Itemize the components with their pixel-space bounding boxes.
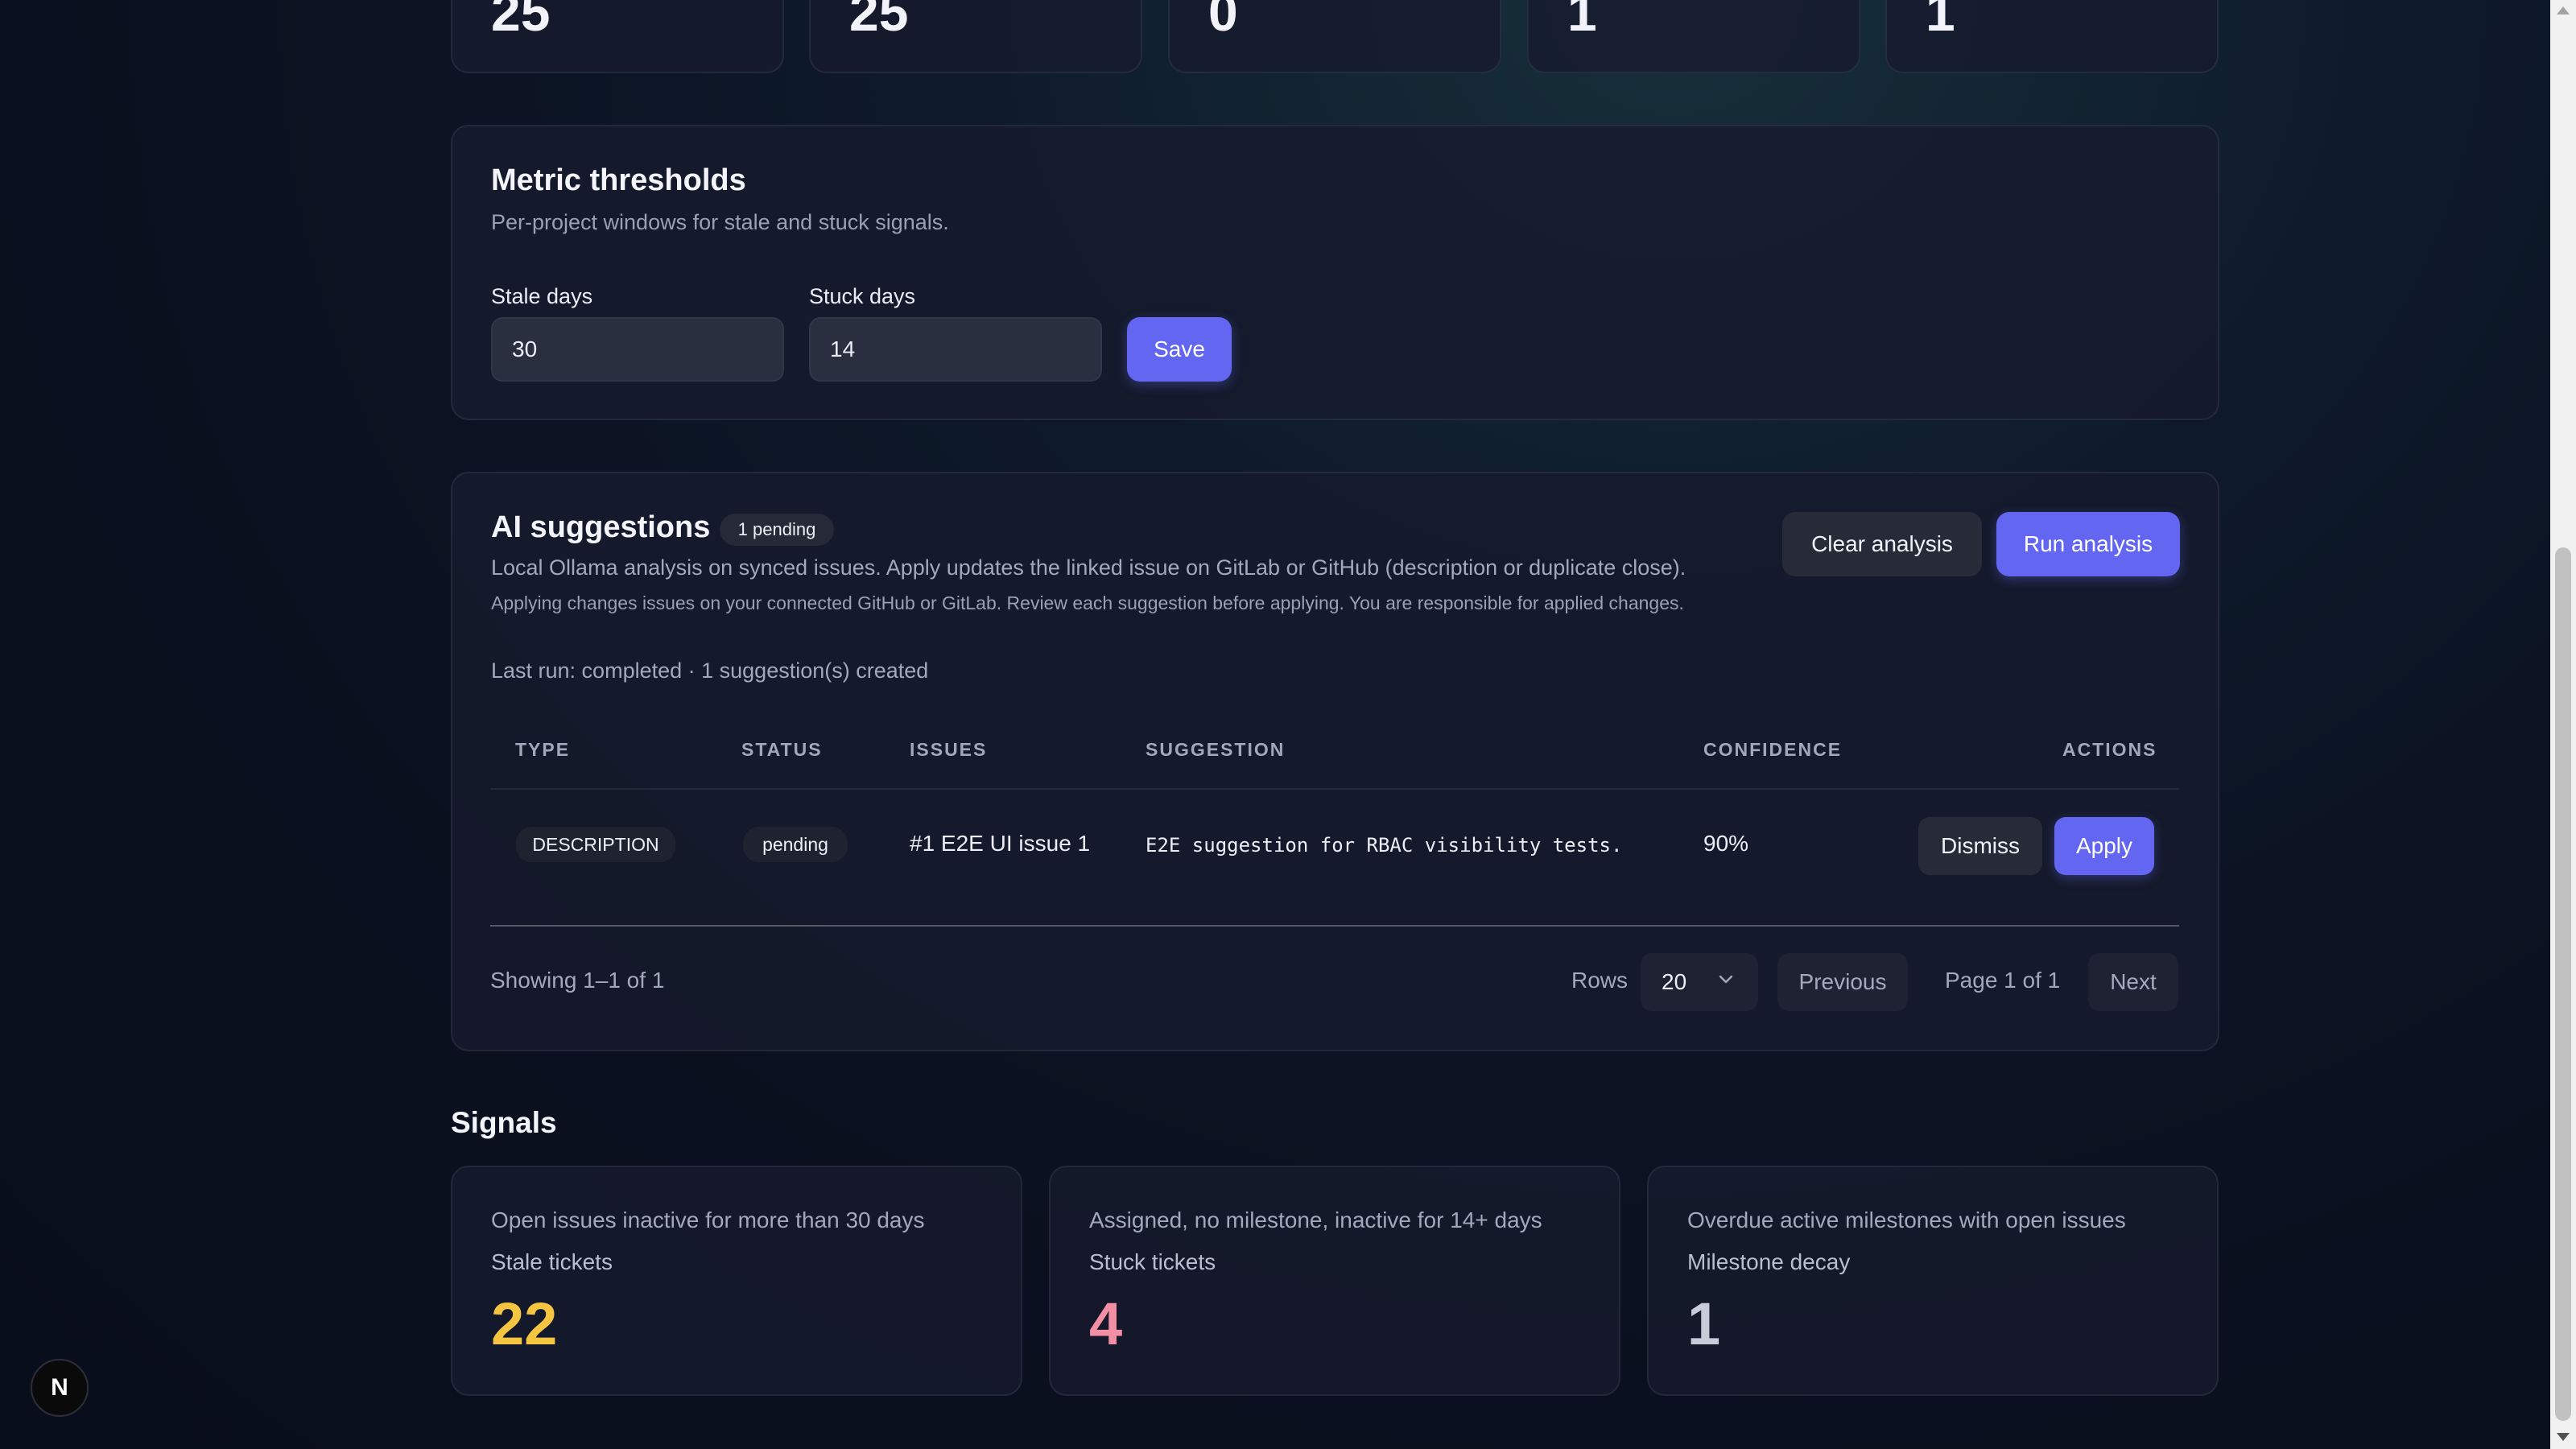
stale-days-input[interactable]: 30 (491, 317, 784, 382)
stat-value: 0 (1208, 0, 1238, 42)
stat-value: 25 (491, 0, 551, 42)
dev-tools-badge[interactable]: N (31, 1359, 89, 1417)
stat-value: 1 (1567, 0, 1597, 42)
stat-card: 25 (451, 0, 784, 73)
thresholds-subtitle: Per-project windows for stale and stuck … (491, 210, 949, 234)
column-header-status: STATUS (741, 739, 823, 760)
previous-page-button[interactable]: Previous (1777, 953, 1908, 1011)
suggestion-text: E2E suggestion for RBAC visibility tests… (1146, 834, 1623, 857)
scrollbar-thumb[interactable] (2555, 547, 2571, 1421)
page: 25 25 0 1 1 Metric thresholds Per-projec… (0, 0, 2550, 1449)
signal-value: 22 (491, 1290, 558, 1357)
signal-value: 1 (1687, 1290, 1721, 1357)
scroll-down-icon[interactable] (2557, 1433, 2570, 1441)
column-header-confidence: CONFIDENCE (1703, 739, 1843, 760)
column-header-type: TYPE (515, 739, 571, 760)
page-indicator: Page 1 of 1 (1945, 968, 2061, 993)
next-page-button[interactable]: Next (2088, 953, 2178, 1011)
signal-title: Milestone decay (1687, 1249, 1851, 1274)
rows-per-page-value: 20 (1662, 969, 1687, 994)
ai-suggestions-title: AI suggestions (491, 510, 711, 544)
metric-thresholds-card: Metric thresholds Per-project windows fo… (451, 125, 2219, 420)
ai-suggestions-card: AI suggestions 1 pending Local Ollama an… (451, 472, 2219, 1051)
table-footer-divider (490, 925, 2179, 927)
column-header-suggestion: SUGGESTION (1146, 739, 1286, 760)
rows-per-page-select[interactable]: 20 (1641, 953, 1758, 1011)
scrollbar[interactable] (2550, 0, 2576, 1449)
signal-value: 4 (1089, 1290, 1123, 1357)
ai-description: Local Ollama analysis on synced issues. … (491, 555, 1686, 580)
status-badge: pending (743, 827, 848, 862)
pending-badge: 1 pending (720, 514, 834, 546)
thresholds-title: Metric thresholds (491, 163, 746, 197)
chevron-down-icon (1718, 974, 1734, 989)
column-header-issues: ISSUES (910, 739, 988, 760)
save-button[interactable]: Save (1127, 317, 1232, 382)
showing-count: Showing 1–1 of 1 (490, 968, 665, 993)
stat-card: 0 (1168, 0, 1501, 73)
signal-title: Stale tickets (491, 1249, 613, 1274)
stat-card: 1 (1527, 0, 1860, 73)
stuck-days-input[interactable]: 14 (809, 317, 1102, 382)
stat-card: 25 (809, 0, 1142, 73)
ai-warning: Applying changes issues on your connecte… (491, 592, 1684, 613)
signal-description: Open issues inactive for more than 30 da… (491, 1208, 925, 1232)
signal-card-milestone-decay: Overdue active milestones with open issu… (1647, 1166, 2219, 1396)
signal-card-stale: Open issues inactive for more than 30 da… (451, 1166, 1022, 1396)
dismiss-button[interactable]: Dismiss (1918, 817, 2042, 875)
stale-days-label: Stale days (491, 284, 593, 308)
column-header-actions: ACTIONS (2062, 739, 2157, 760)
signal-title: Stuck tickets (1089, 1249, 1216, 1274)
confidence-value: 90% (1703, 831, 1749, 856)
last-run-status: Last run: completed · 1 suggestion(s) cr… (491, 658, 929, 683)
stuck-days-label: Stuck days (809, 284, 916, 308)
signals-title: Signals (451, 1106, 557, 1139)
issue-link[interactable]: #1 E2E UI issue 1 (910, 831, 1090, 857)
type-badge: DESCRIPTION (516, 827, 675, 862)
stat-value: 25 (849, 0, 909, 42)
next-logo-icon: N (51, 1374, 68, 1401)
clear-analysis-button[interactable]: Clear analysis (1782, 512, 1982, 576)
stat-card: 1 (1885, 0, 2219, 73)
stat-value: 1 (1926, 0, 1955, 42)
apply-button[interactable]: Apply (2054, 817, 2154, 875)
table-header-divider (490, 788, 2179, 790)
signal-description: Overdue active milestones with open issu… (1687, 1208, 2126, 1232)
signal-description: Assigned, no milestone, inactive for 14+… (1089, 1208, 1542, 1232)
signal-card-stuck: Assigned, no milestone, inactive for 14+… (1049, 1166, 1620, 1396)
run-analysis-button[interactable]: Run analysis (1996, 512, 2180, 576)
rows-label: Rows (1571, 968, 1629, 993)
scroll-up-icon[interactable] (2557, 6, 2570, 14)
